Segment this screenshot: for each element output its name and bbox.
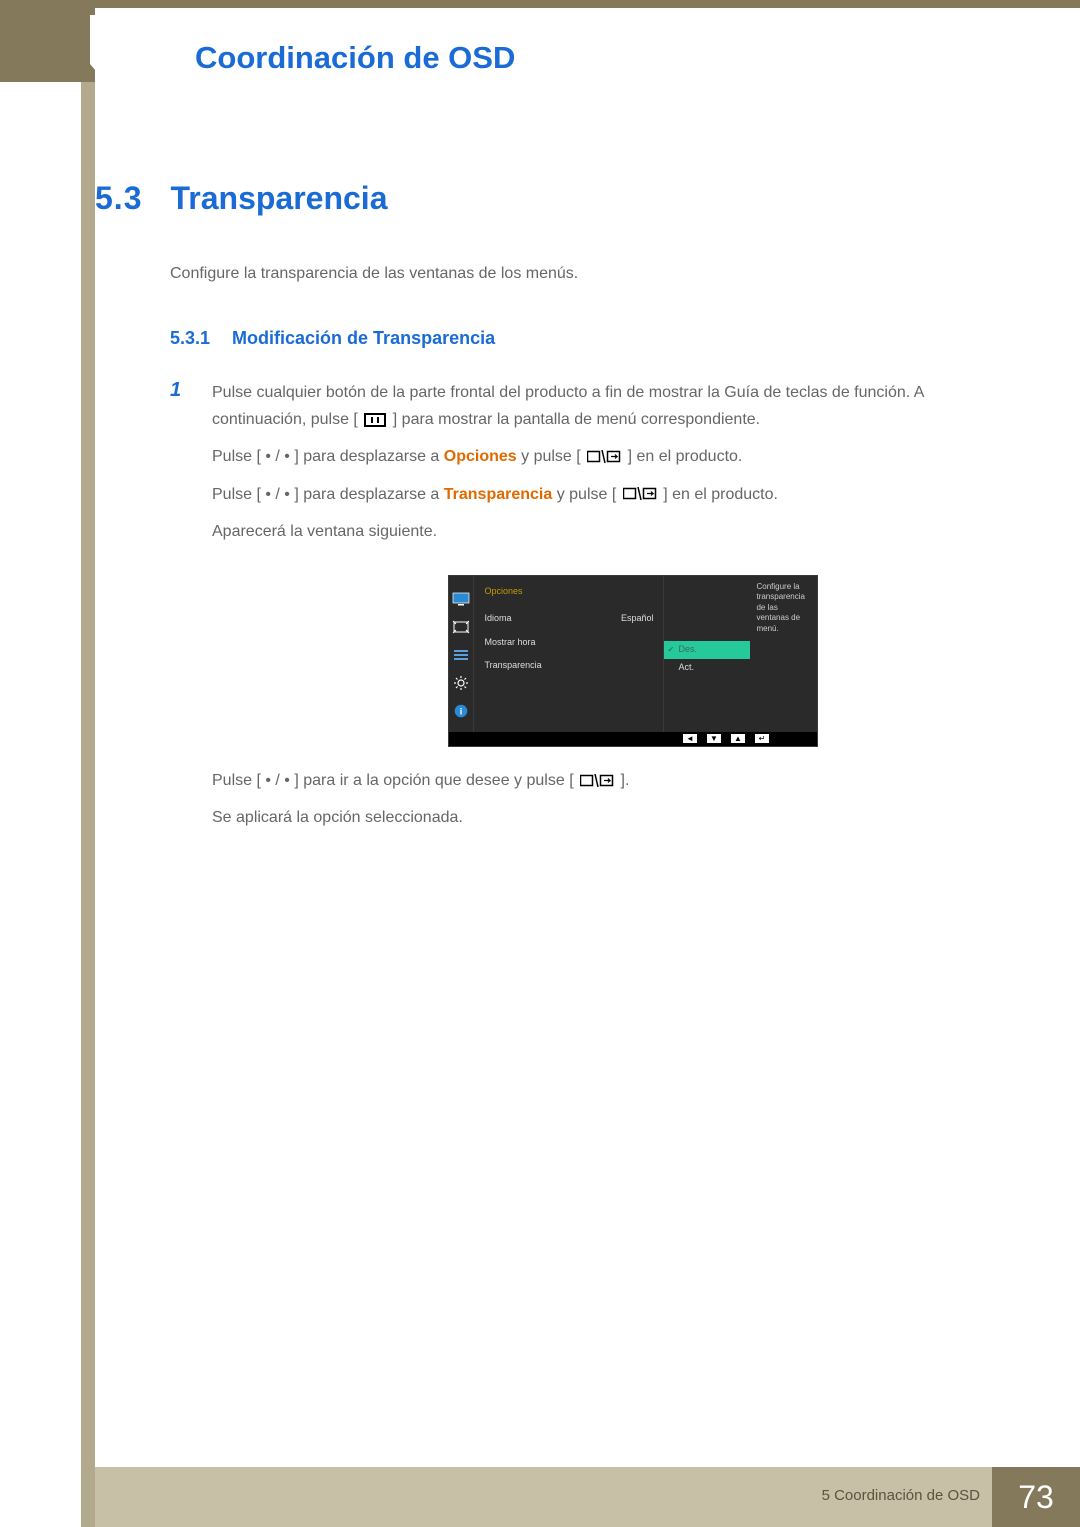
label: Transparencia <box>484 658 541 673</box>
content-area: 5.3 Transparencia Configure la transpare… <box>95 180 1015 841</box>
osd-row-mostrar: Mostrar hora <box>484 631 653 654</box>
subsection-number: 5.3.1 <box>170 328 210 349</box>
value: Español <box>621 611 654 626</box>
osd-window: i Opciones Idioma Español Mostrar hora <box>448 575 818 747</box>
osd-controls: ◄ ▼ ▲ ↵ <box>449 732 817 746</box>
text: Pulse [ • / • ] para desplazarse a <box>212 448 444 465</box>
section-number: 5.3 <box>95 180 142 217</box>
step-1: 1 Pulse cualquier botón de la parte fron… <box>170 379 1015 831</box>
label: Idioma <box>484 611 511 626</box>
text: ] para mostrar la pantalla de menú corre… <box>393 411 760 428</box>
step-p4: Aparecerá la ventana siguiente. <box>212 518 1015 545</box>
step-p5: Pulse [ • / • ] para ir a la opción que … <box>212 767 1015 794</box>
nav-down-icon: ▼ <box>707 734 721 743</box>
footer: 5 Coordinación de OSD 73 <box>0 1467 1080 1527</box>
footer-label: 5 Coordinación de OSD <box>822 1487 980 1504</box>
osd-main: i Opciones Idioma Español Mostrar hora <box>449 576 817 732</box>
step-p1: Pulse cualquier botón de la parte fronta… <box>212 379 1015 433</box>
text: ] en el producto. <box>628 448 743 465</box>
osd-option-des: Des. <box>664 641 750 659</box>
nav-left-icon: ◄ <box>683 734 697 743</box>
menu-button-icon <box>364 413 386 427</box>
nav-up-icon: ▲ <box>731 734 745 743</box>
osd-row-transparencia: Transparencia <box>484 654 653 677</box>
step-p6: Se aplicará la opción seleccionada. <box>212 804 1015 831</box>
highlight-transparencia: Transparencia <box>444 486 553 503</box>
display-icon <box>452 592 470 606</box>
highlight-opciones: Opciones <box>444 448 517 465</box>
source-button-icon <box>580 774 614 788</box>
source-button-icon <box>623 487 657 501</box>
source-button-icon <box>587 450 621 464</box>
osd-menu-list: Opciones Idioma Español Mostrar hora Tra… <box>474 576 664 732</box>
osd-sidebar: i <box>449 576 474 732</box>
text: y pulse [ <box>517 448 581 465</box>
osd-options: Des. Act. <box>664 576 750 732</box>
left-margin-strip <box>81 0 95 1527</box>
osd-body: Opciones Idioma Español Mostrar hora Tra… <box>474 576 750 732</box>
osd-category: Opciones <box>484 584 653 599</box>
osd-option-act: Act. <box>664 659 750 677</box>
text: Pulse [ • / • ] para desplazarse a <box>212 486 444 503</box>
text: Pulse [ • / • ] para ir a la opción que … <box>212 772 574 789</box>
label: Mostrar hora <box>484 635 535 650</box>
chapter-badge <box>90 15 150 85</box>
page-number: 73 <box>992 1467 1080 1527</box>
text: y pulse [ <box>552 486 616 503</box>
text: ] en el producto. <box>663 486 778 503</box>
footer-left-block <box>81 1467 95 1527</box>
section-title: Transparencia <box>170 180 387 217</box>
osd-row-idioma: Idioma Español <box>484 607 653 630</box>
subsection-title: Modificación de Transparencia <box>232 328 495 349</box>
step-body: Pulse cualquier botón de la parte fronta… <box>212 379 1015 831</box>
subsection-heading: 5.3.1 Modificación de Transparencia <box>170 328 1015 349</box>
step-p3: Pulse [ • / • ] para desplazarse a Trans… <box>212 481 1015 508</box>
chapter-title: Coordinación de OSD <box>195 40 515 76</box>
nav-enter-icon: ↵ <box>755 734 769 743</box>
resize-icon <box>452 620 470 634</box>
text: ]. <box>621 772 630 789</box>
svg-text:i: i <box>460 706 463 716</box>
step-p2: Pulse [ • / • ] para desplazarse a Opcio… <box>212 443 1015 470</box>
list-icon <box>452 648 470 662</box>
section-intro: Configure la transparencia de las ventan… <box>170 265 1015 283</box>
info-icon: i <box>452 704 470 718</box>
gear-icon <box>452 676 470 690</box>
osd-screenshot: i Opciones Idioma Español Mostrar hora <box>448 575 818 747</box>
section-heading: 5.3 Transparencia <box>95 180 1015 217</box>
step-number: 1 <box>170 379 188 831</box>
osd-description: Configure la transparencia de las ventan… <box>750 576 817 732</box>
